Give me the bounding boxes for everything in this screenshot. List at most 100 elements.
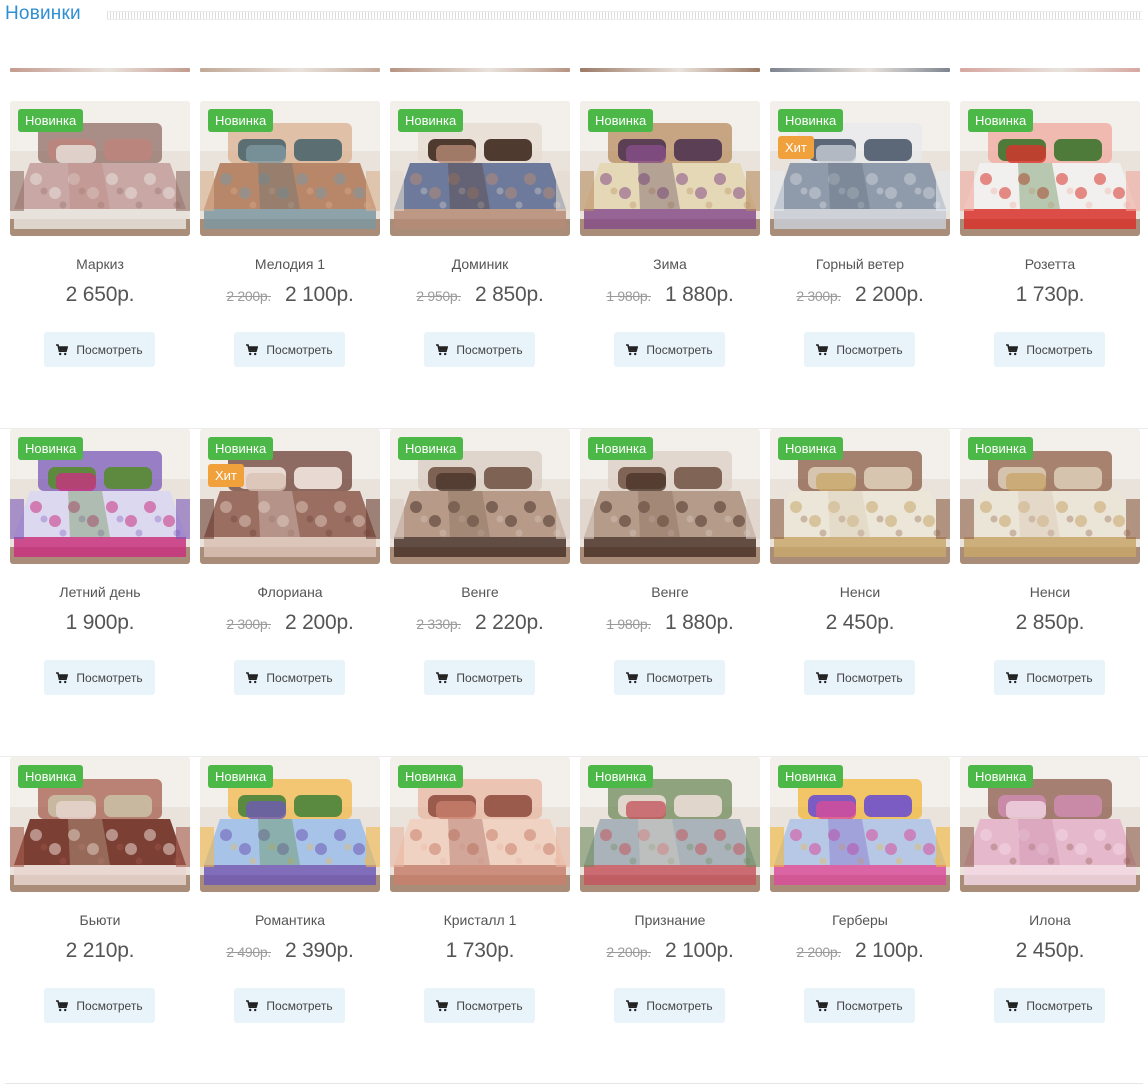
view-product-button[interactable]: Посмотреть bbox=[614, 332, 725, 367]
product-name[interactable]: Герберы bbox=[770, 912, 950, 928]
old-price: 1 980р. bbox=[606, 288, 651, 304]
product-photo[interactable]: Новинка bbox=[960, 101, 1140, 236]
view-product-button[interactable]: Посмотреть bbox=[804, 660, 915, 695]
product-name[interactable]: Розетта bbox=[960, 256, 1140, 272]
section-header: Новинки bbox=[0, 0, 1148, 30]
product-photo[interactable]: Новинка bbox=[770, 757, 950, 892]
cart-icon bbox=[1006, 671, 1019, 683]
product-name[interactable]: Венге bbox=[580, 584, 760, 600]
product-card: Новинка Летний день 1 900р. Посмотреть bbox=[10, 429, 190, 729]
product-name[interactable]: Доминик bbox=[390, 256, 570, 272]
price-row: 2 300р. 2 200р. bbox=[770, 283, 950, 307]
product-photo[interactable]: Новинка bbox=[390, 429, 570, 564]
view-product-button[interactable]: Посмотреть bbox=[234, 660, 345, 695]
current-price: 1 900р. bbox=[65, 611, 135, 634]
price-row: 2 200р. 2 100р. bbox=[770, 939, 950, 963]
new-badge: Новинка bbox=[968, 765, 1034, 788]
product-name[interactable]: Маркиз bbox=[10, 256, 190, 272]
product-name[interactable]: Бьюти bbox=[10, 912, 190, 928]
new-badge: Новинка bbox=[208, 437, 274, 460]
view-button-label: Посмотреть bbox=[1026, 342, 1093, 357]
view-button-label: Посмотреть bbox=[646, 342, 713, 357]
product-photo[interactable]: Новинка bbox=[390, 101, 570, 236]
view-button-label: Посмотреть bbox=[76, 670, 143, 685]
view-product-button[interactable]: Посмотреть bbox=[614, 660, 725, 695]
title-divider bbox=[107, 11, 1142, 20]
view-product-button[interactable]: Посмотреть bbox=[424, 332, 535, 367]
price-row: 1 900р. bbox=[10, 611, 190, 635]
new-badge: Новинка bbox=[208, 109, 274, 132]
product-name[interactable]: Ненси bbox=[770, 584, 950, 600]
view-product-button[interactable]: Посмотреть bbox=[614, 988, 725, 1023]
price-row: 2 210р. bbox=[10, 939, 190, 963]
old-price: 2 300р. bbox=[796, 288, 841, 304]
view-product-button[interactable]: Посмотреть bbox=[424, 660, 535, 695]
view-product-button[interactable]: Посмотреть bbox=[804, 988, 915, 1023]
product-photo[interactable]: Новинка bbox=[200, 101, 380, 236]
product-photo[interactable]: Новинка bbox=[580, 101, 760, 236]
product-photo[interactable]: Новинка bbox=[10, 429, 190, 564]
current-price: 2 200р. bbox=[284, 611, 354, 634]
product-name[interactable]: Горный ветер bbox=[770, 256, 950, 272]
partial-product-photo bbox=[390, 68, 570, 72]
partial-product-photo bbox=[770, 68, 950, 72]
view-product-button[interactable]: Посмотреть bbox=[234, 332, 345, 367]
product-photo[interactable]: Новинка bbox=[10, 101, 190, 236]
product-photo[interactable]: Новинка bbox=[960, 429, 1140, 564]
view-product-button[interactable]: Посмотреть bbox=[994, 332, 1105, 367]
view-product-button[interactable]: Посмотреть bbox=[44, 660, 155, 695]
view-product-button[interactable]: Посмотреть bbox=[44, 988, 155, 1023]
product-name[interactable]: Флориана bbox=[200, 584, 380, 600]
product-photo[interactable]: Новинка bbox=[10, 757, 190, 892]
product-card: Новинка Зима 1 980р. 1 880р. Посмотреть bbox=[580, 101, 760, 401]
product-card: Новинка Маркиз 2 650р. Посмотреть bbox=[10, 101, 190, 401]
product-photo[interactable]: Новинка bbox=[960, 757, 1140, 892]
current-price: 2 390р. bbox=[284, 939, 354, 962]
product-photo[interactable]: Новинка bbox=[200, 757, 380, 892]
view-product-button[interactable]: Посмотреть bbox=[804, 332, 915, 367]
product-name[interactable]: Зима bbox=[580, 256, 760, 272]
product-photo[interactable]: Новинка bbox=[580, 429, 760, 564]
price-row: 2 450р. bbox=[770, 611, 950, 635]
product-photo[interactable]: Новинка bbox=[390, 757, 570, 892]
product-name[interactable]: Кристалл 1 bbox=[390, 912, 570, 928]
price-row: 2 850р. bbox=[960, 611, 1140, 635]
product-name[interactable]: Признание bbox=[580, 912, 760, 928]
new-badge: Новинка bbox=[208, 765, 274, 788]
product-name[interactable]: Мелодия 1 bbox=[200, 256, 380, 272]
product-card: Новинка Илона 2 450р. Посмотреть bbox=[960, 757, 1140, 1057]
product-photo[interactable]: Новинка bbox=[580, 757, 760, 892]
product-card: Новинка Герберы 2 200р. 2 100р. Посмотреть bbox=[770, 757, 950, 1057]
view-product-button[interactable]: Посмотреть bbox=[424, 988, 535, 1023]
hit-badge: Хит bbox=[208, 464, 244, 487]
current-price: 2 850р. bbox=[474, 283, 544, 306]
new-badge: Новинка bbox=[968, 437, 1034, 460]
product-name[interactable]: Летний день bbox=[10, 584, 190, 600]
view-button-label: Посмотреть bbox=[1026, 998, 1093, 1013]
cart-icon bbox=[246, 999, 259, 1011]
section-title[interactable]: Новинки bbox=[5, 3, 81, 25]
old-price: 2 490р. bbox=[226, 944, 271, 960]
view-product-button[interactable]: Посмотреть bbox=[234, 988, 345, 1023]
current-price: 2 100р. bbox=[664, 939, 734, 962]
product-photo[interactable]: Новинка bbox=[770, 429, 950, 564]
product-name[interactable]: Илона bbox=[960, 912, 1140, 928]
product-name[interactable]: Романтика bbox=[200, 912, 380, 928]
product-name[interactable]: Венге bbox=[390, 584, 570, 600]
view-button-label: Посмотреть bbox=[266, 670, 333, 685]
product-photo[interactable]: Новинка Хит bbox=[770, 101, 950, 236]
view-product-button[interactable]: Посмотреть bbox=[994, 660, 1105, 695]
product-photo[interactable]: Новинка Хит bbox=[200, 429, 380, 564]
old-price: 2 200р. bbox=[226, 288, 271, 304]
price-row: 2 490р. 2 390р. bbox=[200, 939, 380, 963]
product-card: Новинка Романтика 2 490р. 2 390р. Посмотреть bbox=[200, 757, 380, 1057]
view-product-button[interactable]: Посмотреть bbox=[44, 332, 155, 367]
price-row: 2 650р. bbox=[10, 283, 190, 307]
product-name[interactable]: Ненси bbox=[960, 584, 1140, 600]
current-price: 1 730р. bbox=[1015, 283, 1085, 306]
view-product-button[interactable]: Посмотреть bbox=[994, 988, 1105, 1023]
view-button-label: Посмотреть bbox=[266, 998, 333, 1013]
view-button-label: Посмотреть bbox=[836, 998, 903, 1013]
price-row: 2 200р. 2 100р. bbox=[200, 283, 380, 307]
new-badge: Новинка bbox=[778, 765, 844, 788]
